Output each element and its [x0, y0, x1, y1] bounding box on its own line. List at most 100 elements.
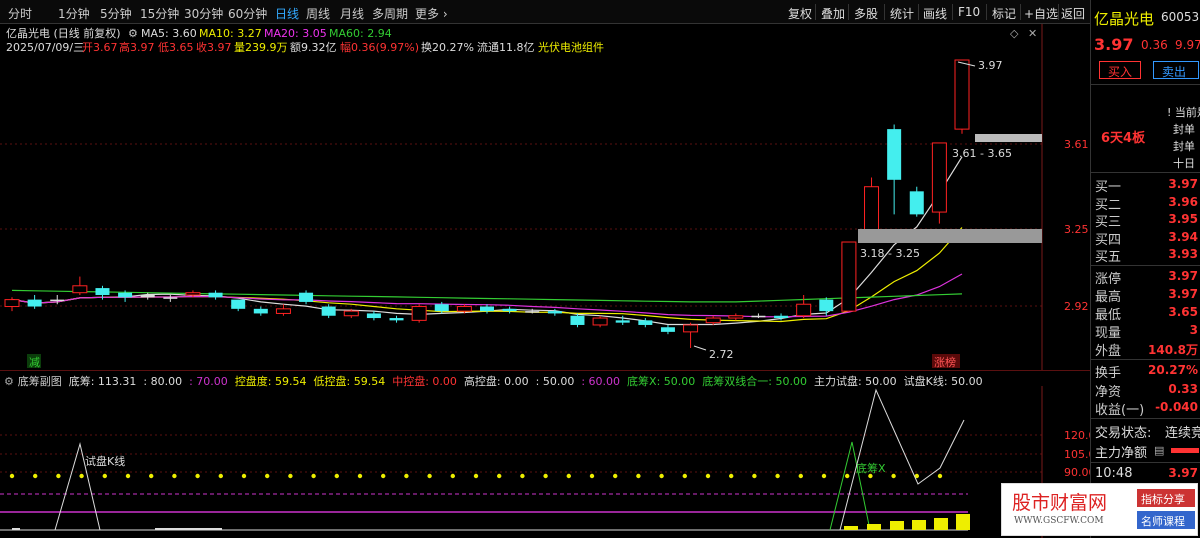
control-dot: [404, 473, 409, 479]
tab-30min[interactable]: 30分钟: [184, 5, 223, 22]
candle-body[interactable]: [185, 292, 201, 296]
back-button[interactable]: 返回: [1061, 5, 1085, 22]
sell-button[interactable]: 卖出: [1153, 61, 1199, 79]
book-label: 买三: [1095, 215, 1122, 230]
candle-body[interactable]: [683, 324, 699, 333]
overlay-button[interactable]: 叠加: [821, 5, 845, 22]
candle-body[interactable]: [931, 142, 947, 213]
candle-body[interactable]: [72, 285, 88, 294]
f10-button[interactable]: F10: [958, 5, 980, 19]
candle-body[interactable]: [321, 306, 336, 316]
candle-body[interactable]: [275, 308, 291, 314]
candle-body[interactable]: [705, 317, 721, 324]
control-dot: [566, 473, 571, 479]
candle-body[interactable]: [27, 299, 42, 307]
candle-body[interactable]: [50, 299, 65, 302]
candle-body[interactable]: [728, 315, 744, 319]
stats2-value: 0.33: [1168, 381, 1198, 396]
control-bar: [890, 521, 904, 530]
multi-stock-button[interactable]: 多股: [854, 5, 878, 22]
price-change: 0.36: [1141, 38, 1168, 52]
control-dot: [821, 473, 827, 479]
control-dot: [798, 473, 803, 479]
candle-body[interactable]: [456, 306, 472, 312]
candle-body[interactable]: [887, 129, 902, 180]
candle-body[interactable]: [660, 327, 675, 332]
divider: [848, 4, 849, 20]
draw-button[interactable]: 画线: [923, 5, 947, 22]
candle-body[interactable]: [525, 311, 540, 313]
tab-multi-period[interactable]: 多周期: [372, 5, 408, 22]
candle-body[interactable]: [95, 288, 110, 296]
tab-intraday[interactable]: 分时: [8, 5, 32, 22]
candle-body[interactable]: [819, 299, 834, 312]
candle-body[interactable]: [638, 320, 653, 325]
candle-body[interactable]: [615, 320, 630, 323]
candle-body[interactable]: [163, 297, 178, 299]
tab-1min[interactable]: 1分钟: [58, 5, 90, 22]
candle-body[interactable]: [366, 313, 381, 319]
candle-body[interactable]: [909, 191, 924, 215]
candle-body[interactable]: [480, 306, 494, 312]
tab-5min[interactable]: 5分钟: [100, 5, 132, 22]
stats-button[interactable]: 统计: [890, 5, 914, 22]
tab-more[interactable]: 更多: [415, 5, 448, 22]
control-dot: [937, 473, 943, 479]
period-toolbar: 分时 1分钟 5分钟 15分钟 30分钟 60分钟 日线 周线 月线 多周期 更…: [0, 0, 1090, 24]
tag-course[interactable]: 名师课程: [1137, 511, 1195, 529]
candle-body[interactable]: [253, 308, 268, 314]
candle-body[interactable]: [592, 317, 608, 326]
status-label: 交易状态:: [1095, 426, 1152, 441]
control-dot: [33, 473, 38, 479]
stats-label: 现量: [1095, 326, 1122, 341]
candle-body[interactable]: [502, 308, 517, 312]
list-icon[interactable]: ▤: [1154, 444, 1164, 457]
tab-daily[interactable]: 日线: [275, 5, 299, 22]
candle-body[interactable]: [954, 59, 970, 130]
site-watermark: 股市财富网 WWW.GSCFW.COM 指标分享 名师课程: [1001, 483, 1198, 536]
book-value: 3.93: [1168, 247, 1198, 261]
candle-body[interactable]: [118, 292, 133, 298]
sub-indicator-chart[interactable]: 试盘K线 底筹X 120.0 105.0 90.00: [0, 386, 1090, 538]
resistance-zone: [975, 134, 1042, 142]
add-watchlist-button[interactable]: +自选: [1024, 5, 1058, 22]
candle-body[interactable]: [140, 295, 155, 298]
control-dot: [613, 473, 618, 479]
tab-weekly[interactable]: 周线: [306, 5, 330, 22]
kline-chart[interactable]: 3.61 - 3.65 3.18 - 3.25 3.97 2.72 3.61 3…: [0, 24, 1090, 370]
control-dot: [752, 473, 757, 479]
mark-button[interactable]: 标记: [992, 5, 1016, 22]
note-line: 封单: [1173, 140, 1195, 153]
tag-share[interactable]: 指标分享: [1137, 489, 1195, 507]
candle-body[interactable]: [434, 304, 449, 312]
candle-body[interactable]: [389, 318, 404, 321]
control-dot: [497, 473, 502, 479]
net-flow-bar: [1171, 448, 1199, 453]
candle-body[interactable]: [4, 299, 20, 308]
candle-body[interactable]: [751, 315, 766, 318]
candle-body[interactable]: [547, 311, 562, 314]
candle-body[interactable]: [774, 315, 789, 319]
control-dot: [427, 473, 432, 479]
candle-body[interactable]: [796, 303, 812, 317]
adjust-button[interactable]: 复权: [788, 5, 812, 22]
candle-body[interactable]: [411, 306, 427, 321]
control-dot: [589, 473, 595, 479]
candle-body[interactable]: [231, 299, 246, 309]
note-line: ! 当前是: [1167, 104, 1200, 120]
candle-body[interactable]: [841, 241, 857, 312]
candle-body[interactable]: [208, 292, 223, 298]
tab-monthly[interactable]: 月线: [340, 5, 364, 22]
divider: [1091, 172, 1200, 173]
tab-15min[interactable]: 15分钟: [140, 5, 179, 22]
control-dot: [381, 473, 386, 479]
buy-button[interactable]: 买入: [1099, 61, 1141, 79]
control-dot: [636, 473, 641, 479]
tab-60min[interactable]: 60分钟: [228, 5, 267, 22]
candle-body[interactable]: [343, 310, 359, 317]
candle-body[interactable]: [864, 186, 880, 234]
watermark-title: 股市财富网: [1012, 492, 1108, 514]
book-value: 3.96: [1168, 194, 1198, 209]
candle-body[interactable]: [570, 315, 585, 325]
candle-body[interactable]: [299, 292, 314, 302]
